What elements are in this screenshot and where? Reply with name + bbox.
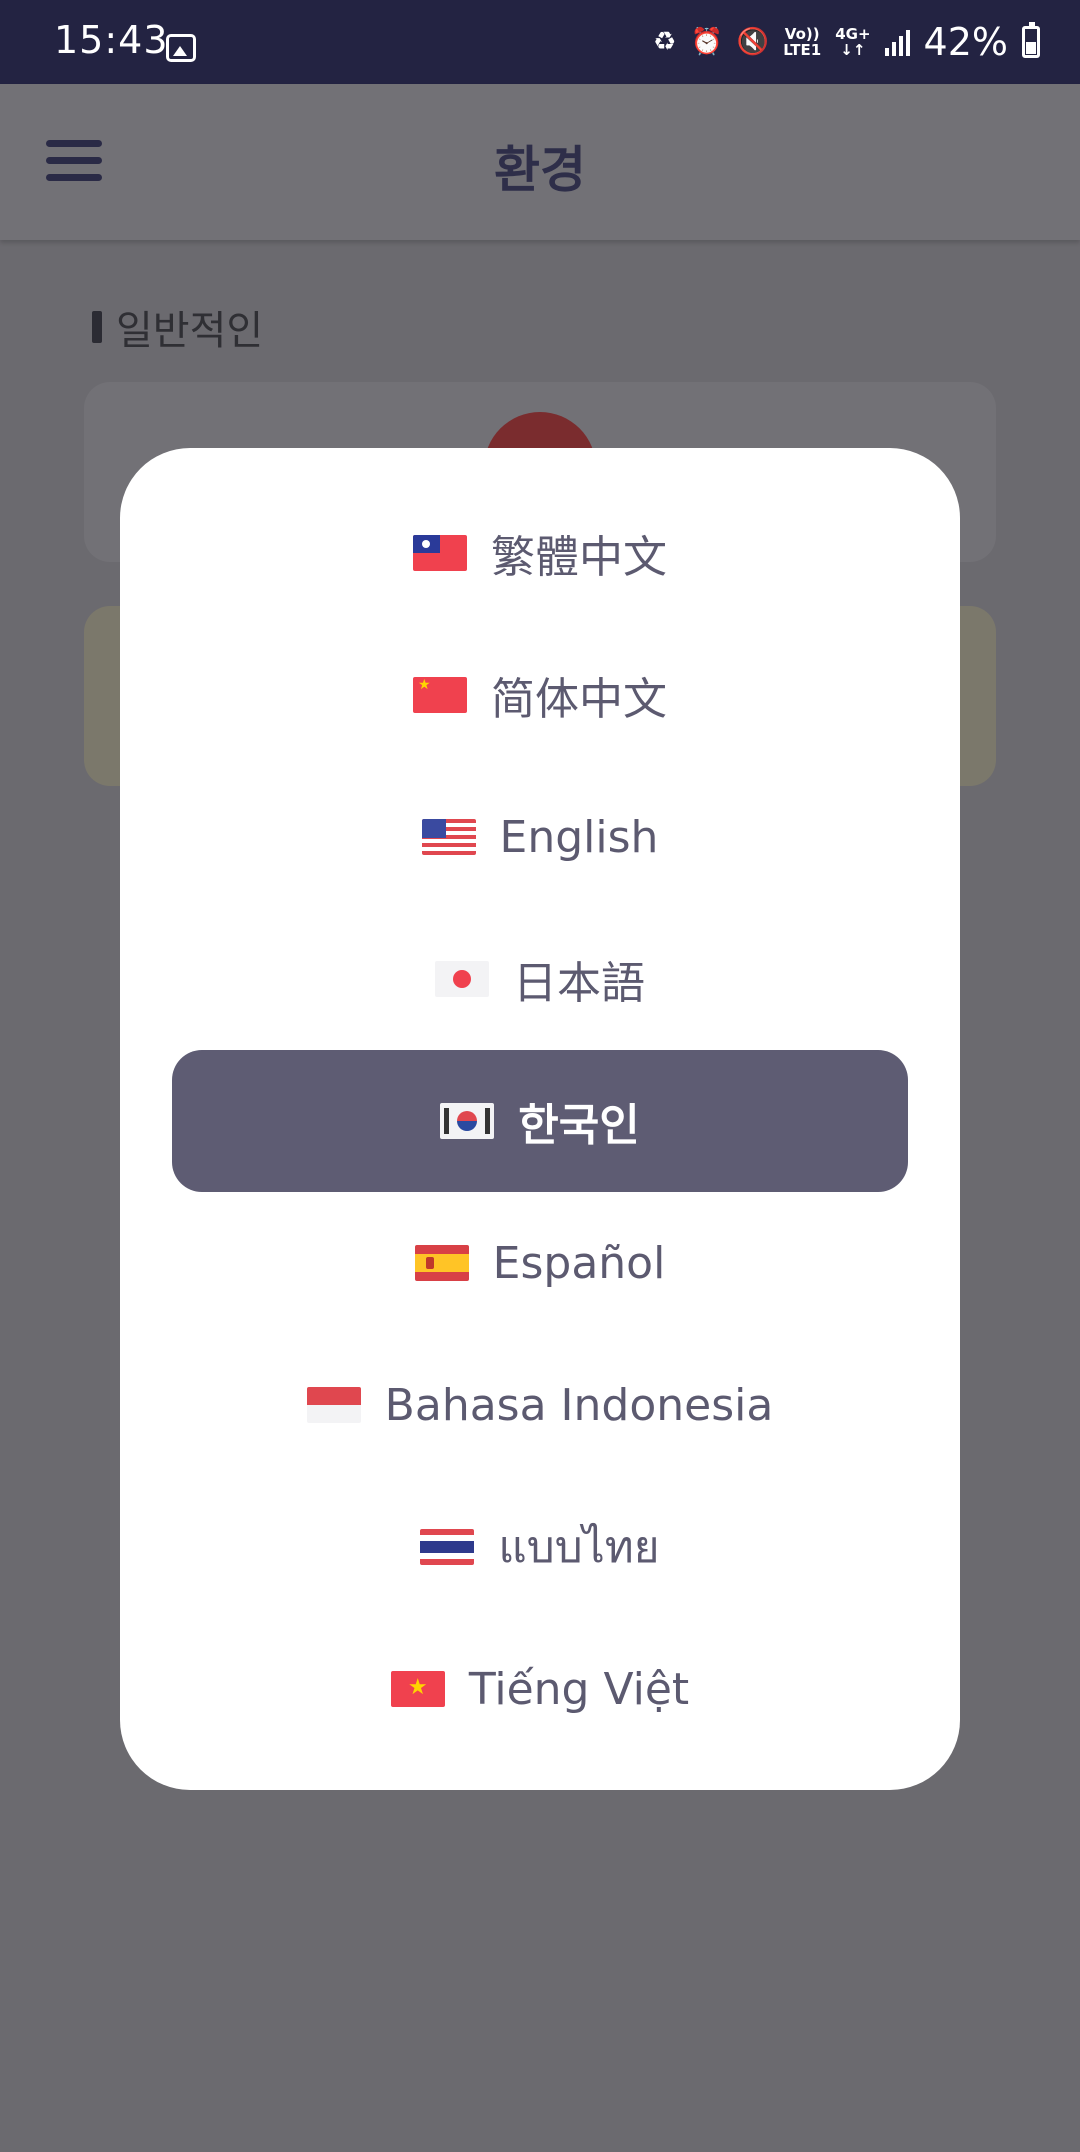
language-option-indonesian[interactable]: Bahasa Indonesia — [172, 1334, 908, 1476]
network-type-label: 4G+ — [835, 25, 871, 43]
gallery-notification-icon — [166, 34, 196, 62]
language-dialog: 繁體中文 简体中文 English 日本語 한국인 Español Bahasa… — [120, 448, 960, 1790]
section-label: 일반적인 — [116, 308, 264, 354]
battery-charging-icon — [1022, 22, 1040, 58]
thailand-flag-icon — [420, 1529, 475, 1565]
battery-percent: 42% — [923, 20, 1008, 64]
language-option-korean[interactable]: 한국인 — [172, 1050, 908, 1192]
language-label: แบบไทย — [498, 1522, 660, 1573]
mute-icon: 🔇 — [736, 27, 770, 57]
vietnam-flag-icon — [390, 1671, 445, 1707]
section-header-general: 일반적인 — [92, 298, 263, 356]
korea-flag-icon — [440, 1103, 495, 1139]
language-label: Tiếng Việt — [468, 1663, 690, 1715]
language-option-thai[interactable]: แบบไทย — [172, 1476, 908, 1618]
language-label: 한국인 — [518, 1100, 640, 1151]
app-bar: 환경 — [0, 84, 1080, 240]
battery-saver-icon: ♻ — [653, 27, 677, 57]
language-label: Español — [492, 1237, 666, 1289]
status-time: 15:43 — [54, 18, 169, 62]
language-option-spanish[interactable]: Español — [172, 1192, 908, 1334]
language-option-vietnamese[interactable]: Tiếng Việt — [172, 1618, 908, 1760]
language-label: English — [499, 811, 659, 863]
volte-label: Vo)) — [784, 25, 820, 43]
section-marker — [92, 311, 102, 343]
status-bar: 15:43 ♻ ⏰ 🔇 Vo)) LTE1 4G+ ↓↑ 42% — [0, 0, 1080, 84]
language-option-simplified-chinese[interactable]: 简体中文 — [172, 624, 908, 766]
us-flag-icon — [421, 819, 476, 855]
language-option-english[interactable]: English — [172, 766, 908, 908]
china-flag-icon — [413, 677, 467, 713]
spain-flag-icon — [414, 1245, 469, 1281]
volte-indicator: Vo)) LTE1 — [783, 26, 821, 58]
indonesia-flag-icon — [306, 1387, 361, 1423]
signal-strength-icon — [884, 28, 910, 56]
taiwan-flag-icon — [413, 535, 467, 571]
network-type-icon: 4G+ ↓↑ — [835, 26, 870, 58]
status-icons: ♻ ⏰ 🔇 Vo)) LTE1 4G+ ↓↑ 42% — [653, 18, 1040, 66]
language-label: 简体中文 — [491, 674, 667, 725]
page-title: 환경 — [494, 141, 586, 199]
language-label: 日本語 — [513, 958, 645, 1009]
language-label: Bahasa Indonesia — [384, 1379, 774, 1431]
language-option-japanese[interactable]: 日本語 — [172, 908, 908, 1050]
alarm-icon: ⏰ — [690, 27, 723, 57]
data-arrows-icon: ↓↑ — [840, 41, 866, 59]
language-label: 繁體中文 — [491, 532, 667, 583]
language-option-traditional-chinese[interactable]: 繁體中文 — [172, 482, 908, 624]
japan-flag-icon — [435, 961, 489, 997]
lte-label: LTE1 — [783, 41, 822, 59]
